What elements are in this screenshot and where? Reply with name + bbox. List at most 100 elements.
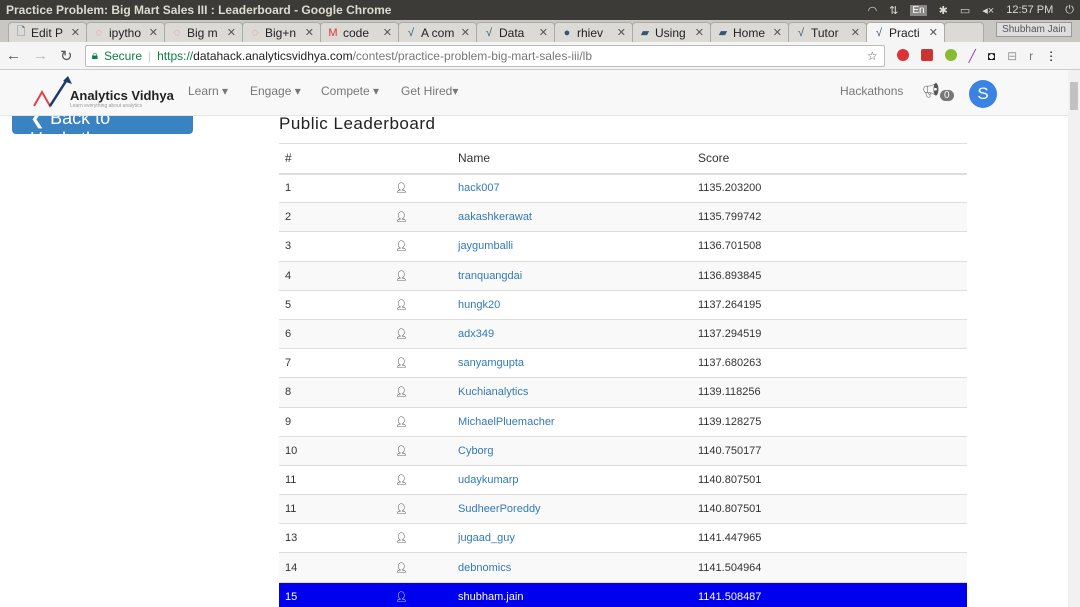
close-tab-icon[interactable]: ✕ <box>305 26 314 39</box>
user-link[interactable]: MichaelPluemacher <box>458 416 555 428</box>
keyboard-language[interactable]: En <box>910 4 927 16</box>
menu-get-hired[interactable]: Get Hired▾ <box>401 84 458 98</box>
user-link[interactable]: sanyamgupta <box>458 357 524 369</box>
site-logo[interactable]: Analytics Vidhya Learn everything about … <box>32 76 182 110</box>
system-tray: ◠ ⇅ En ✱ ▭ ◂× 12:57 PM ⏻ <box>868 0 1074 20</box>
menu-compete[interactable]: Compete ▾ <box>321 84 379 98</box>
green-extension-icon[interactable] <box>944 48 957 61</box>
battery-icon[interactable]: ▭ <box>960 4 970 17</box>
av-icon: √ <box>485 26 493 39</box>
menu-engage[interactable]: Engage ▾ <box>250 84 301 98</box>
megaphone-icon[interactable]: 📢︎ <box>922 82 940 99</box>
volume-icon[interactable]: ◂× <box>982 4 994 17</box>
scrollbar-thumb[interactable] <box>1070 82 1078 110</box>
user-link[interactable]: hack007 <box>458 182 500 194</box>
tab-label: Big+n <box>265 25 297 40</box>
rank: 3 <box>279 231 392 262</box>
power-icon[interactable]: ⏻ <box>1065 4 1074 17</box>
clock[interactable]: 12:57 PM <box>1006 4 1053 16</box>
tab[interactable]: √ Tutor ✕ <box>788 22 867 42</box>
close-tab-icon[interactable]: ✕ <box>851 26 860 39</box>
tab[interactable]: √ Practi ✕ <box>866 22 945 42</box>
tab[interactable]: √ A com ✕ <box>398 22 477 42</box>
adblock-extension-icon[interactable] <box>896 48 909 61</box>
user-link[interactable]: udaykumarp <box>458 474 519 486</box>
close-tab-icon[interactable]: ✕ <box>929 26 938 39</box>
pen-extension-icon[interactable]: ╱ <box>969 49 976 63</box>
user-link[interactable]: SudheerPoreddy <box>458 503 541 515</box>
address-bar[interactable]: 🔒︎ Secure | https://datahack.analyticsvi… <box>84 44 885 67</box>
close-tab-icon[interactable]: ✕ <box>227 26 236 39</box>
menu-icon[interactable]: ⋮ <box>1045 49 1057 63</box>
close-tab-icon[interactable]: ✕ <box>149 26 158 39</box>
forward-icon[interactable]: → <box>33 47 48 64</box>
tab-label: A com <box>421 25 455 40</box>
pocket-extension-icon[interactable]: ◘ <box>988 49 995 63</box>
tab[interactable]: ◌ Big+n ✕ <box>242 22 321 42</box>
web-page: ❮ Back to Hackathon Analytics Vidhya Lea… <box>0 70 1068 607</box>
user-link[interactable]: hungk20 <box>458 299 500 311</box>
close-tab-icon[interactable]: ✕ <box>617 26 626 39</box>
tab[interactable]: ◌ ipytho ✕ <box>86 22 165 42</box>
table-row: 8 👤︎ Kuchianalytics 1139.118256 <box>279 377 967 407</box>
window-title: Practice Problem: Big Mart Sales III : L… <box>6 3 392 17</box>
menu-learn[interactable]: Learn ▾ <box>188 84 228 98</box>
table-row: 7 👤︎ sanyamgupta 1137.680263 <box>279 348 967 378</box>
window-title-bar: Practice Problem: Big Mart Sales III : L… <box>0 0 1080 20</box>
close-tab-icon[interactable]: ✕ <box>383 26 392 39</box>
score: 1139.128275 <box>698 406 967 437</box>
bluetooth-icon[interactable]: ✱ <box>939 4 948 17</box>
close-tab-icon[interactable]: ✕ <box>461 26 470 39</box>
score: 1141.508487 <box>698 581 967 607</box>
user-link[interactable]: jugaad_guy <box>458 532 515 544</box>
doc-icon: 🗋︎ <box>16 26 26 38</box>
wifi-icon[interactable]: ◠ <box>868 4 878 17</box>
url[interactable]: https://datahack.analyticsvidhya.com/con… <box>157 49 592 63</box>
avatar[interactable]: S <box>969 80 997 108</box>
profile-name[interactable]: Shubham Jain <box>996 22 1072 37</box>
toolbar: ← → ↻ 🔒︎ Secure | https://datahack.analy… <box>0 42 1080 70</box>
table-row: 9 👤︎ MichaelPluemacher 1139.128275 <box>279 406 967 437</box>
tab[interactable]: ◌ Big m ✕ <box>164 22 243 42</box>
user-link[interactable]: Kuchianalytics <box>458 386 528 398</box>
new-tab-button[interactable] <box>944 22 984 42</box>
tab[interactable]: ▰ Home ✕ <box>710 22 789 42</box>
table-row: 6 👤︎ adx349 1137.294519 <box>279 318 967 349</box>
rank: 13 <box>279 523 392 553</box>
user-link[interactable]: adx349 <box>458 328 494 340</box>
user-link[interactable]: Cyborg <box>458 445 493 457</box>
hackathons-link[interactable]: Hackathons <box>840 84 903 98</box>
user-icon: 👤︎ <box>395 562 408 574</box>
user-link[interactable]: jaygumballi <box>458 240 513 252</box>
score: 1135.799742 <box>698 202 967 232</box>
r-extension-icon[interactable]: r <box>1029 49 1033 63</box>
tab[interactable]: ● rhiev ✕ <box>554 22 633 42</box>
user-link[interactable]: debnomics <box>458 562 511 574</box>
user-link[interactable]: shubham.jain <box>458 591 523 603</box>
close-tab-icon[interactable]: ✕ <box>71 26 80 39</box>
user-icon: 👤︎ <box>395 591 408 603</box>
bookmark-star-icon[interactable]: ☆ <box>867 49 878 63</box>
close-tab-icon[interactable]: ✕ <box>539 26 548 39</box>
inbox-extension-icon[interactable]: ⊟ <box>1007 49 1017 63</box>
close-tab-icon[interactable]: ✕ <box>773 26 782 39</box>
user-icon: 👤︎ <box>395 358 408 370</box>
jupyter-icon: ◌ <box>251 26 259 39</box>
av-icon: √ <box>875 26 883 39</box>
back-icon[interactable]: ← <box>6 47 21 64</box>
tab[interactable]: 🗋︎ Edit P ✕ <box>8 22 87 42</box>
user-link[interactable]: tranquangdai <box>458 270 522 282</box>
network-icon[interactable]: ⇅ <box>889 4 898 17</box>
tab-strip: 🗋︎ Edit P ✕ ◌ ipytho ✕ ◌ Big m ✕ ◌ Big+n ✕ Mcode ✕ √ A … <box>0 20 1080 42</box>
tab[interactable]: Mcode ✕ <box>320 22 399 42</box>
book-extension-icon[interactable] <box>920 48 933 61</box>
tab[interactable]: √ Data ✕ <box>476 22 555 42</box>
rank: 11 <box>279 464 392 495</box>
user-link[interactable]: aakashkerawat <box>458 211 532 223</box>
reload-icon[interactable]: ↻ <box>60 47 73 65</box>
scrollbar[interactable] <box>1068 70 1080 607</box>
rank: 8 <box>279 377 392 407</box>
tab[interactable]: ▰ Using ✕ <box>632 22 711 42</box>
tab-label: ipytho <box>109 25 142 40</box>
close-tab-icon[interactable]: ✕ <box>695 26 704 39</box>
